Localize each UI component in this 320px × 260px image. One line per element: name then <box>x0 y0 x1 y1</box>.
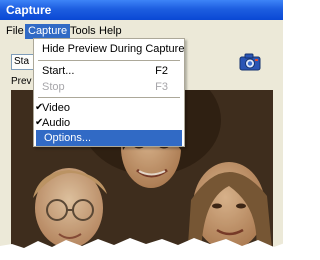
menu-item-start[interactable]: Start... F2 <box>36 63 182 79</box>
window-title: Capture <box>6 3 52 17</box>
menu-item-label: Stop <box>42 81 65 93</box>
menu-tools[interactable]: Tools <box>67 24 99 39</box>
preview-label: Prev <box>11 76 32 87</box>
camera-icon[interactable] <box>238 52 262 72</box>
menu-item-stop[interactable]: Stop F3 <box>36 79 182 95</box>
menu-item-video[interactable]: ✔ Video <box>35 100 182 116</box>
menu-item-audio[interactable]: ✔ Audio <box>35 115 182 131</box>
menu-item-options[interactable]: Options... <box>36 130 182 146</box>
menu-file[interactable]: File <box>3 24 27 39</box>
menu-help[interactable]: Help <box>96 24 125 39</box>
menu-separator <box>38 97 180 98</box>
capture-menu: Hide Preview During Capture Start... F2 … <box>33 38 185 147</box>
menu-separator <box>38 60 180 61</box>
menu-capture[interactable]: Capture <box>25 24 71 39</box>
menu-item-shortcut: F3 <box>155 81 168 93</box>
menu-item-label: Hide Preview During Capture <box>42 43 185 55</box>
menu-item-label: Options... <box>44 132 92 144</box>
screenshot-stage: Capture File Capture Tools Help Sta Prev <box>0 0 306 260</box>
menu-item-label: Video <box>42 102 70 114</box>
title-bar[interactable]: Capture <box>0 0 283 20</box>
menu-item-hide-preview[interactable]: Hide Preview During Capture <box>36 41 185 57</box>
menu-item-shortcut: F2 <box>155 65 168 77</box>
menu-item-label: Start... <box>42 65 75 77</box>
menu-item-label: Audio <box>42 117 71 129</box>
